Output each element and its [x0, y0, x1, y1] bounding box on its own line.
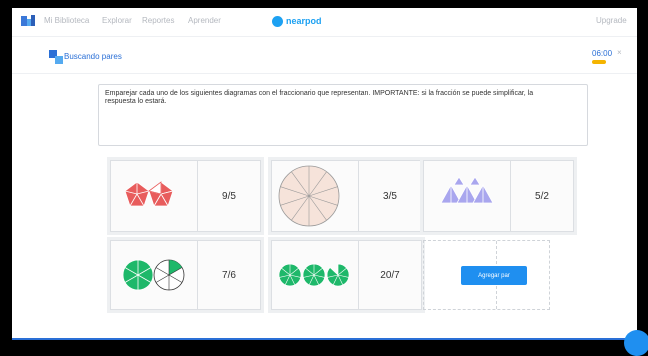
timer-progress: [592, 60, 606, 64]
diagram-green-sevenths: [272, 241, 358, 309]
fraction-label: 9/5: [222, 190, 236, 202]
top-bar: Mi Biblioteca Explorar Reportes Aprender…: [12, 8, 637, 37]
brand-logo: nearpod: [272, 15, 322, 27]
help-chat-icon[interactable]: [624, 330, 648, 356]
brand-name: nearpod: [286, 16, 322, 26]
nav-reportes[interactable]: Reportes: [142, 16, 174, 25]
diagram-pentagons: [111, 161, 197, 231]
puzzle-icon: [49, 50, 63, 64]
close-icon[interactable]: ×: [617, 48, 622, 57]
upgrade-link[interactable]: Upgrade: [596, 16, 627, 25]
activity-title: Buscando pares: [64, 52, 122, 61]
pair-card-3[interactable]: 5/2: [423, 160, 574, 232]
fraction-label: 3/5: [383, 190, 397, 202]
fraction-label: 7/6: [222, 269, 236, 281]
diagram-circle-tenths: [272, 161, 358, 231]
empty-pair-slot: Agregar par: [423, 240, 550, 310]
nearpod-icon: [272, 15, 283, 27]
pair-card-4[interactable]: 7/6: [110, 240, 261, 310]
fraction-label: 5/2: [535, 190, 549, 202]
logo-icon[interactable]: [20, 14, 36, 28]
fraction-label: 20/7: [380, 269, 400, 281]
timer: 06:00: [592, 49, 613, 58]
diagram-green-sixths: [111, 241, 197, 309]
nav-aprender[interactable]: Aprender: [188, 16, 221, 25]
nav-mi-biblioteca[interactable]: Mi Biblioteca: [44, 16, 89, 25]
pair-card-1[interactable]: 9/5: [110, 160, 261, 232]
pair-card-5[interactable]: 20/7: [271, 240, 422, 310]
instructions-text: Emparejar cada uno de los siguientes dia…: [105, 90, 534, 105]
bottom-strip: [12, 338, 637, 340]
nav-explorar[interactable]: Explorar: [102, 16, 132, 25]
diagram-triangles: [424, 161, 510, 231]
activity-header: Buscando pares 06:00 ×: [12, 37, 637, 74]
pair-card-2[interactable]: 3/5: [271, 160, 422, 232]
add-pair-button[interactable]: Agregar par: [461, 266, 527, 285]
instructions-box: Emparejar cada uno de los siguientes dia…: [98, 84, 588, 146]
app-window: Mi Biblioteca Explorar Reportes Aprender…: [12, 8, 637, 338]
